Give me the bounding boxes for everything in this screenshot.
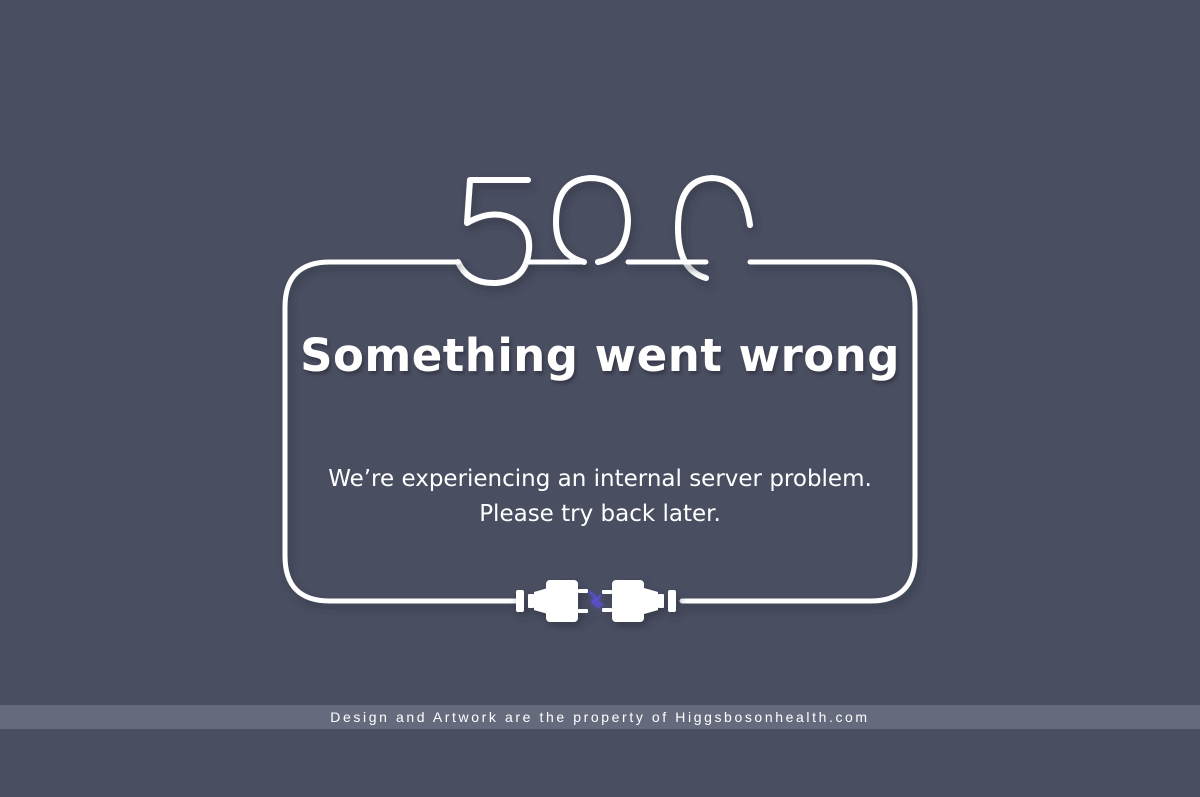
error-message-line-2: Please try back later. <box>479 501 721 527</box>
cable-frame <box>282 259 918 604</box>
footer-credit-bar: Design and Artwork are the property of H… <box>0 705 1200 729</box>
error-headline: Something went wrong <box>300 329 900 382</box>
error-page: Something went wrong We’re experiencing … <box>0 0 1200 797</box>
footer-credit-text: Design and Artwork are the property of H… <box>330 709 870 725</box>
error-message: We’re experiencing an internal server pr… <box>290 462 910 532</box>
spark-icon <box>589 591 603 608</box>
error-message-line-1: We’re experiencing an internal server pr… <box>328 466 872 492</box>
digit-five <box>455 177 533 287</box>
digit-zero <box>553 175 631 265</box>
error-code-digits <box>455 175 753 287</box>
